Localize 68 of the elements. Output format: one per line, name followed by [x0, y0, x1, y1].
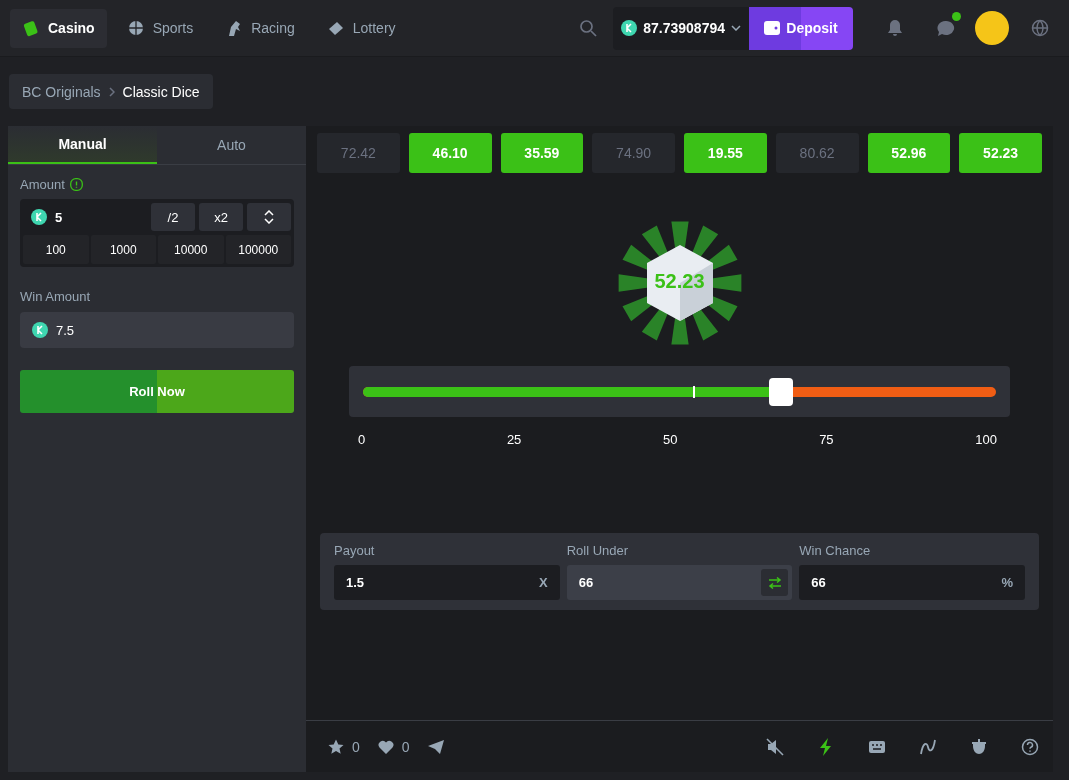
- preset-button[interactable]: 1000: [90, 235, 156, 264]
- number-field[interactable]: 66: [566, 565, 793, 600]
- balance-selector[interactable]: 87.73908794: [613, 6, 749, 50]
- bell-icon[interactable]: [887, 19, 903, 37]
- field-label: Roll Under: [566, 543, 630, 558]
- result-chip: 52.23: [959, 133, 1042, 173]
- coin-icon: [31, 209, 47, 225]
- mode-tab[interactable]: Auto: [157, 126, 306, 164]
- nav-tab[interactable]: Sports: [114, 8, 206, 48]
- tick-label: 100: [975, 432, 997, 447]
- double-button[interactable]: x2: [199, 203, 243, 231]
- number-field[interactable]: 1.5 X: [334, 565, 560, 600]
- globe-icon[interactable]: [1031, 19, 1049, 37]
- ball-icon: [126, 19, 145, 37]
- stepper-button[interactable]: [247, 203, 291, 231]
- result-chip: 35.59: [500, 133, 584, 173]
- chevron-right-icon: [108, 86, 115, 97]
- tick-label: 50: [663, 432, 678, 447]
- star-icon[interactable]: [328, 738, 344, 755]
- dice-result: 52.23: [653, 269, 706, 293]
- favorite-count: 0: [352, 738, 360, 755]
- win-amount-field: 7.5: [20, 312, 294, 348]
- field-label: Payout: [334, 543, 376, 558]
- curve-icon[interactable]: [919, 737, 937, 756]
- field-label: Amount: [20, 177, 65, 192]
- result-chip: 52.96: [867, 133, 951, 173]
- result-chip: 74.90: [592, 133, 675, 173]
- help-icon[interactable]: [1021, 737, 1039, 756]
- preset-button[interactable]: 100: [23, 235, 89, 264]
- coin-icon: [32, 322, 48, 338]
- paper-plane-icon[interactable]: [427, 739, 444, 754]
- wallet-icon: [764, 21, 781, 35]
- breadcrumb-current: Classic Dice: [122, 83, 200, 100]
- coin-icon: [621, 20, 638, 36]
- chevron-down-icon: [731, 25, 741, 31]
- tick-label: 25: [506, 432, 522, 447]
- number-field[interactable]: 66 %: [799, 565, 1025, 600]
- deposit-button[interactable]: Deposit: [749, 6, 853, 50]
- field-label: Win Chance: [799, 543, 872, 558]
- like-count: 0: [401, 738, 410, 755]
- heart-icon[interactable]: [377, 739, 394, 754]
- tick-label: 75: [819, 432, 834, 447]
- result-chip: 80.62: [775, 133, 859, 173]
- swap-button[interactable]: [761, 569, 789, 596]
- breadcrumb-link[interactable]: BC Originals: [22, 83, 101, 100]
- amount-field[interactable]: 5 /2 x2 100 1000 10000 100000: [20, 199, 294, 267]
- preset-button[interactable]: 10000: [158, 235, 224, 264]
- swap-arrows-icon: [767, 576, 782, 589]
- field-label: Win Amount: [20, 289, 92, 304]
- halve-button[interactable]: /2: [151, 203, 195, 231]
- chat-icon[interactable]: [937, 19, 955, 37]
- mute-icon[interactable]: [766, 737, 784, 756]
- nav-tab[interactable]: Racing: [213, 8, 307, 48]
- search-icon[interactable]: [579, 19, 598, 37]
- result-chip: 72.42: [317, 133, 400, 173]
- result-chip: 19.55: [684, 133, 767, 173]
- roll-button[interactable]: Roll Now: [20, 370, 294, 413]
- info-icon: [69, 178, 83, 191]
- nav-tab[interactable]: Casino: [10, 8, 107, 48]
- tick-label: 0: [358, 432, 366, 447]
- acorn-icon[interactable]: [970, 737, 988, 756]
- slider-thumb[interactable]: [768, 377, 793, 406]
- nav-tab[interactable]: Lottery: [314, 8, 408, 48]
- up-down-icon: [264, 210, 274, 224]
- slider-track[interactable]: [363, 386, 996, 397]
- preset-button[interactable]: 100000: [225, 235, 291, 264]
- result-chip: 46.10: [408, 133, 492, 173]
- avatar[interactable]: [975, 11, 1009, 45]
